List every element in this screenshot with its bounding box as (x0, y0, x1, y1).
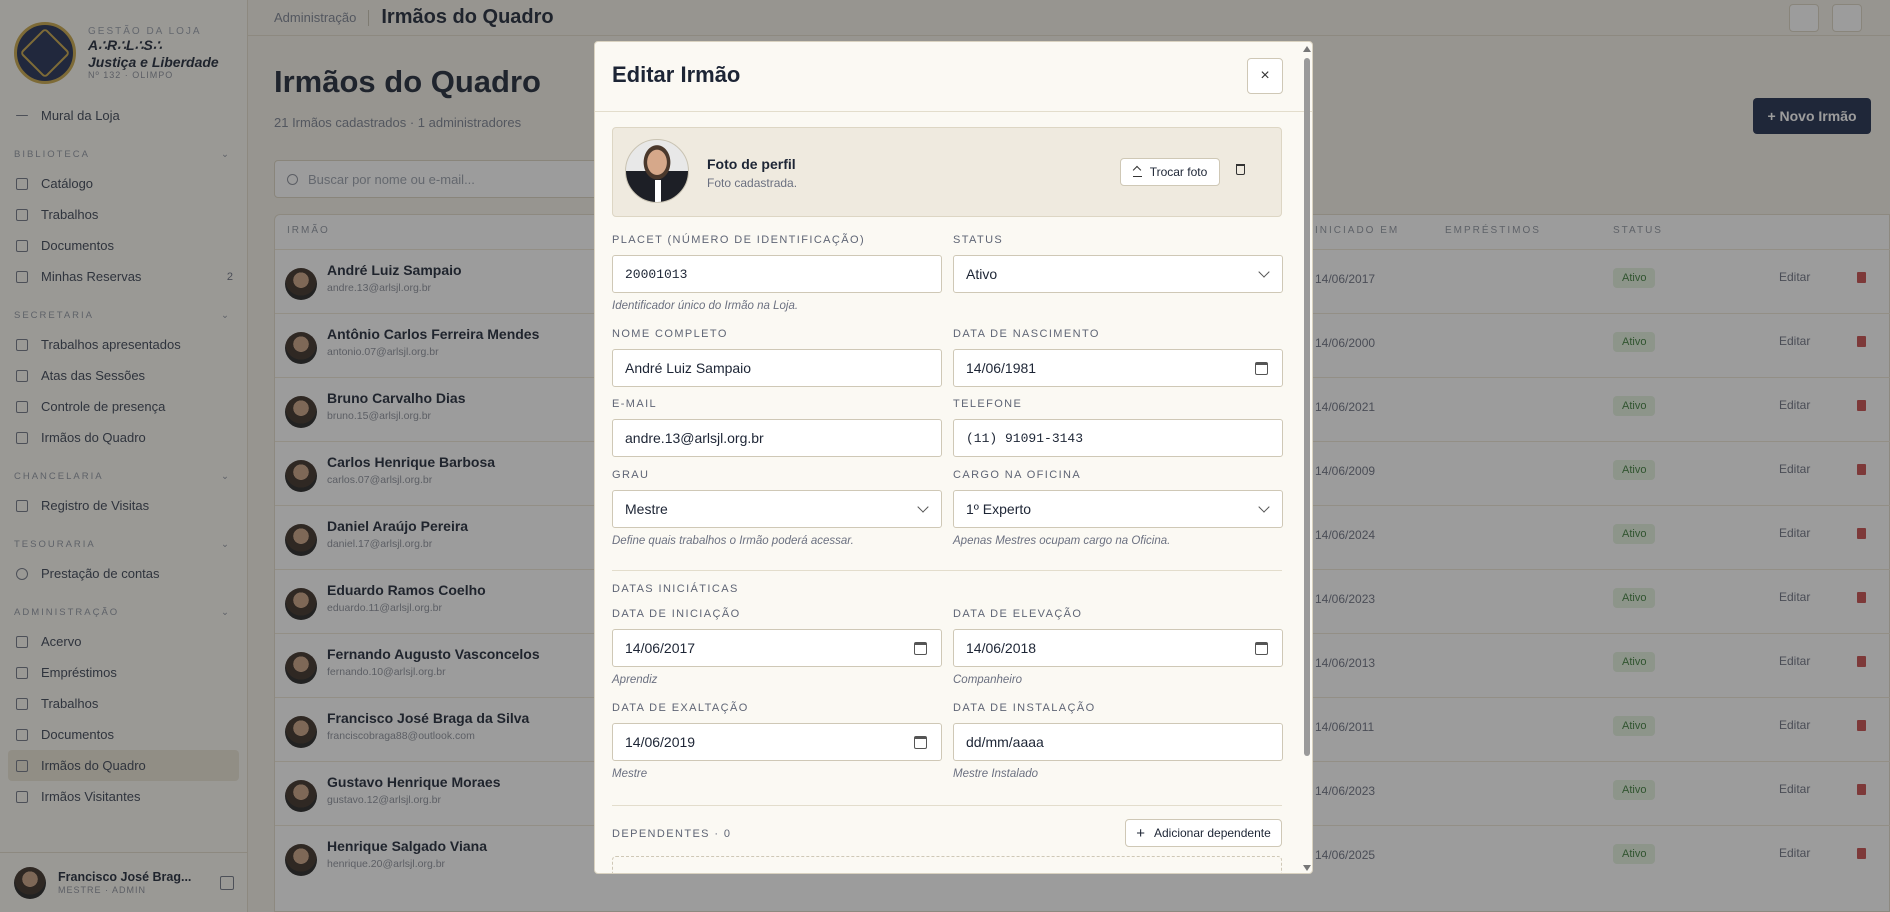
status-select[interactable]: Ativo (953, 255, 1283, 293)
dates-section-title: DATAS INICIÁTICAS (612, 583, 739, 595)
phone-field[interactable]: (11) 91091-3143 (953, 419, 1283, 457)
exaltation-label: DATA DE EXALTAÇÃO (612, 702, 749, 714)
calendar-icon[interactable] (1255, 642, 1268, 655)
exaltation-hint: Mestre (612, 768, 648, 780)
trash-icon[interactable] (1236, 164, 1245, 175)
initiation-label: DATA DE INICIAÇÃO (612, 608, 741, 620)
calendar-icon[interactable] (1255, 362, 1268, 375)
installation-hint: Mestre Instalado (953, 768, 1039, 780)
name-label: NOME COMPLETO (612, 328, 728, 340)
add-dependent-button[interactable]: + Adicionar dependente (1125, 819, 1282, 847)
name-field[interactable]: André Luiz Sampaio (612, 349, 942, 387)
photo-title: Foto de perfil (707, 156, 796, 172)
office-hint: Apenas Mestres ocupam cargo na Oficina. (953, 535, 1171, 547)
birth-label: DATA DE NASCIMENTO (953, 328, 1100, 340)
close-icon: × (1260, 67, 1270, 84)
placet-label: PLACET (NÚMERO DE IDENTIFICAÇÃO) (612, 234, 866, 246)
birth-date-field[interactable]: 14/06/1981 (953, 349, 1283, 387)
close-button[interactable]: × (1247, 58, 1283, 94)
calendar-icon[interactable] (914, 736, 927, 749)
email-label: E-MAIL (612, 398, 658, 410)
degree-select[interactable]: Mestre (612, 490, 942, 528)
exaltation-date-field[interactable]: 14/06/2019 (612, 723, 942, 761)
edit-brother-modal: Editar Irmão × Foto de perfil Foto cadas… (594, 41, 1313, 874)
initiation-hint: Aprendiz (612, 674, 658, 686)
upload-icon (1132, 168, 1142, 177)
dependents-title: DEPENDENTES · 0 (612, 828, 732, 840)
office-label: CARGO NA OFICINA (953, 469, 1082, 481)
elevation-label: DATA DE ELEVAÇÃO (953, 608, 1083, 620)
placet-hint: Identificador único do Irmão na Loja. (612, 300, 799, 312)
installation-label: DATA DE INSTALAÇÃO (953, 702, 1096, 714)
status-label: STATUS (953, 234, 1004, 246)
installation-date-field[interactable]: dd/mm/aaaa (953, 723, 1283, 761)
swap-photo-button[interactable]: Trocar foto (1120, 158, 1220, 186)
photo-subtitle: Foto cadastrada. (707, 176, 798, 190)
chevron-down-icon (1258, 266, 1270, 278)
elevation-hint: Companheiro (953, 674, 1023, 686)
office-select[interactable]: 1º Experto (953, 490, 1283, 528)
modal-scrollbar[interactable] (1300, 42, 1312, 873)
scroll-thumb[interactable] (1304, 58, 1310, 756)
profile-photo (625, 139, 689, 203)
initiation-date-field[interactable]: 14/06/2017 (612, 629, 942, 667)
chevron-down-icon (1258, 501, 1270, 513)
chevron-down-icon (917, 501, 929, 513)
profile-photo-card: Foto de perfil Foto cadastrada. Trocar f… (612, 127, 1282, 217)
calendar-icon[interactable] (914, 642, 927, 655)
email-field[interactable]: andre.13@arlsjl.org.br (612, 419, 942, 457)
placet-field[interactable]: 20001013 (612, 255, 942, 293)
degree-label: GRAU (612, 469, 650, 481)
modal-title: Editar Irmão (612, 62, 741, 87)
scroll-down-icon[interactable] (1303, 865, 1311, 871)
plus-icon: + (1136, 824, 1145, 842)
elevation-date-field[interactable]: 14/06/2018 (953, 629, 1283, 667)
scroll-up-icon[interactable] (1303, 46, 1311, 52)
degree-hint: Define quais trabalhos o Irmão poderá ac… (612, 535, 854, 547)
phone-label: TELEFONE (953, 398, 1023, 410)
dependents-empty-box (612, 856, 1282, 873)
